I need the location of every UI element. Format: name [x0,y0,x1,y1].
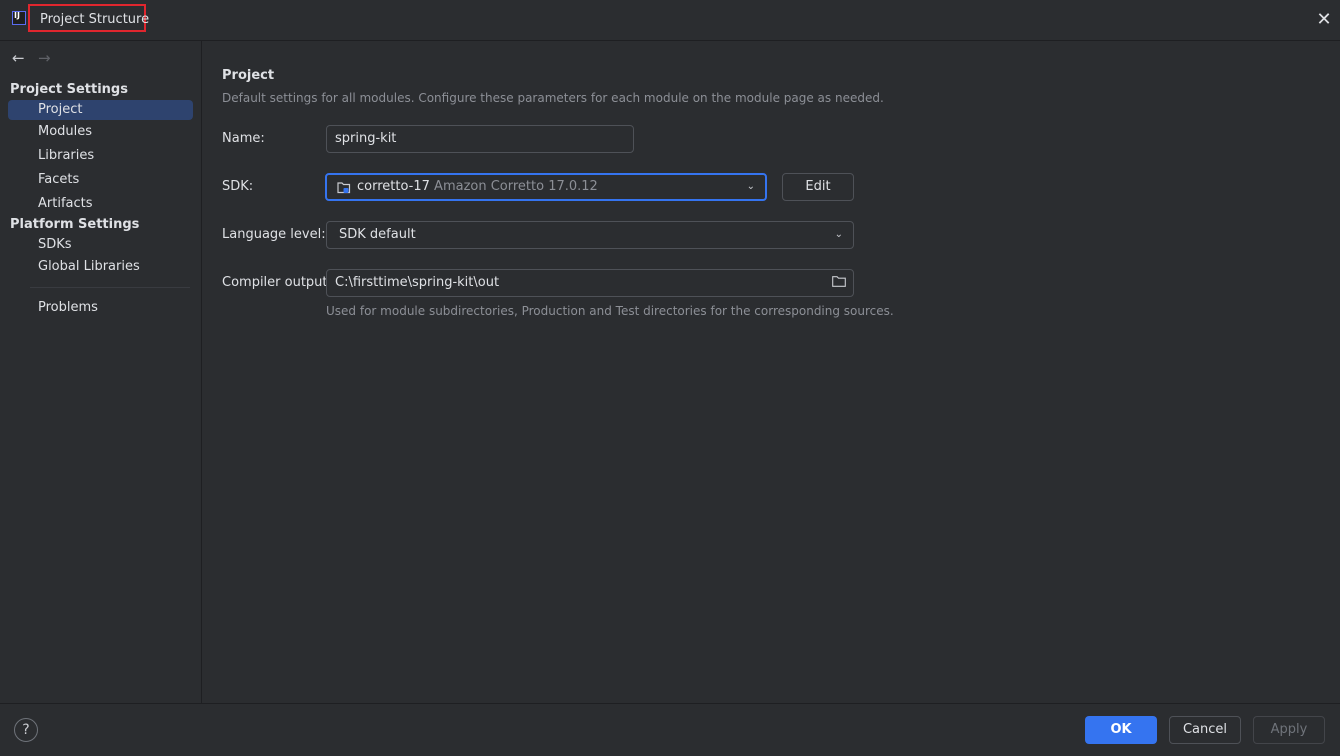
help-icon[interactable]: ? [14,718,38,742]
sidebar-item-problems[interactable]: Problems [8,298,193,318]
sidebar-item-facets[interactable]: Facets [8,170,193,190]
window-title: Project Structure [40,12,150,27]
sidebar-item-project[interactable]: Project [8,100,193,120]
sidebar-item-global-libraries[interactable]: Global Libraries [8,257,193,277]
sidebar-item-sdks[interactable]: SDKs [8,235,193,255]
platform-settings-header: Platform Settings [10,217,140,232]
edit-button[interactable]: Edit [782,173,854,201]
sdk-value: corretto-17 [357,179,430,194]
language-level-dropdown[interactable]: SDK default ⌄ [326,221,854,249]
chevron-down-icon: ⌄ [746,181,755,192]
title-bar [0,0,1340,41]
compiler-output-value: C:\firsttime\spring-kit\out [335,275,500,290]
sdk-label: SDK: [222,179,254,194]
name-input[interactable]: spring-kit [326,125,634,153]
compiler-output-hint: Used for module subdirectories, Producti… [326,304,894,318]
folder-icon[interactable] [832,276,846,287]
sdk-dropdown[interactable]: corretto-17 Amazon Corretto 17.0.12 ⌄ [325,173,767,201]
sdk-folder-icon [337,182,351,194]
apply-button[interactable]: Apply [1253,716,1325,744]
forward-arrow-icon[interactable]: → [38,49,51,67]
cancel-button[interactable]: Cancel [1169,716,1241,744]
sdk-detail: Amazon Corretto 17.0.12 [434,179,598,194]
page-description: Default settings for all modules. Config… [222,91,884,105]
back-arrow-icon[interactable]: ← [12,49,25,67]
close-icon[interactable]: ✕ [1314,10,1334,30]
name-label: Name: [222,131,265,146]
sidebar-item-libraries[interactable]: Libraries [8,146,193,166]
chevron-down-icon: ⌄ [834,229,843,240]
sidebar-item-artifacts[interactable]: Artifacts [8,194,193,214]
project-settings-header: Project Settings [10,82,128,97]
compiler-output-input[interactable]: C:\firsttime\spring-kit\out [326,269,854,297]
page-title: Project [222,68,275,83]
sidebar-item-modules[interactable]: Modules [8,122,193,142]
ok-button[interactable]: OK [1085,716,1157,744]
intellij-logo-icon: IJ [12,11,26,25]
language-level-value: SDK default [339,227,416,242]
sidebar-divider [30,287,190,288]
compiler-output-label: Compiler output: [222,275,332,290]
language-level-label: Language level: [222,227,326,242]
